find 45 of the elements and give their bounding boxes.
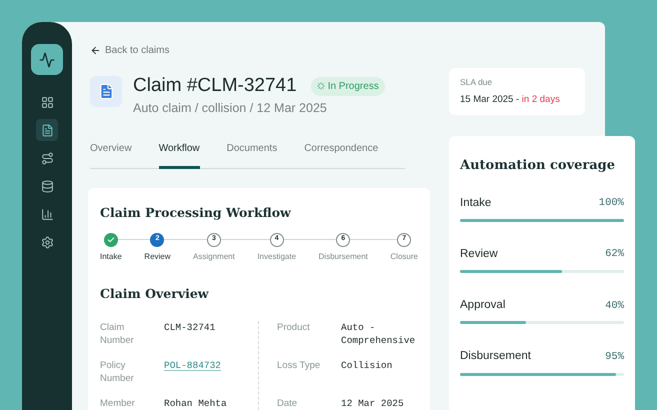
coverage-percent: 100%	[598, 196, 624, 211]
claim-title: Claim #CLM-32741	[133, 74, 297, 98]
step-label: Investigate	[257, 250, 296, 262]
field-value: CLM-32741	[164, 321, 216, 334]
tab[interactable]: Overview	[90, 140, 132, 169]
back-arrow-icon	[90, 45, 101, 56]
workflow-title: Claim Processing Workflow	[100, 204, 292, 222]
back-link[interactable]: Back to claims	[90, 43, 170, 58]
step-label: Review	[144, 250, 171, 262]
sla-date: 15 Mar 2025 - in 2 days	[460, 92, 561, 107]
field-value: Auto - Comprehensive	[341, 321, 416, 348]
claim-subtitle: Auto claim / collision / 12 Mar 2025	[133, 100, 328, 117]
spinner-icon	[316, 82, 325, 90]
field-label: Product	[277, 321, 311, 336]
field-value: Rohan Mehta	[164, 397, 227, 410]
step-label: Assignment	[193, 250, 235, 262]
field-label: Member	[100, 397, 136, 410]
field-label: Date	[277, 397, 298, 410]
logo-icon	[31, 44, 63, 75]
sla-label: SLA due	[460, 76, 494, 89]
step-label: Intake	[100, 250, 122, 262]
field-label: Policy Number	[100, 359, 135, 386]
tab[interactable]: Correspondence	[304, 140, 378, 169]
step-label: Closure	[390, 250, 418, 262]
coverage-percent: 40%	[605, 298, 624, 314]
coverage-label: Review	[460, 246, 498, 262]
policy-link[interactable]: POL-884732	[164, 359, 222, 372]
check-icon	[106, 236, 115, 244]
tab[interactable]: Documents	[226, 140, 278, 169]
coverage-label: Intake	[460, 196, 492, 210]
coverage-percent: 95%	[605, 350, 624, 365]
coverage-percent: 62%	[605, 247, 624, 262]
document-icon	[90, 76, 122, 107]
field-value: 12 Mar 2025	[341, 397, 404, 410]
document-icon[interactable]	[36, 119, 58, 141]
coverage-label: Approval	[460, 298, 506, 313]
coverage-title: Automation coverage	[460, 157, 616, 175]
step-label: Disbursement	[318, 250, 368, 262]
coverage-label: Disbursement	[460, 349, 531, 364]
tab[interactable]: Workflow	[158, 140, 200, 169]
status-badge: In Progress	[310, 76, 385, 96]
field-value: Collision	[341, 359, 392, 372]
field-label: Loss Type	[277, 359, 322, 374]
overview-title: Claim Overview	[100, 284, 210, 302]
field-label: Claim Number	[100, 321, 135, 348]
